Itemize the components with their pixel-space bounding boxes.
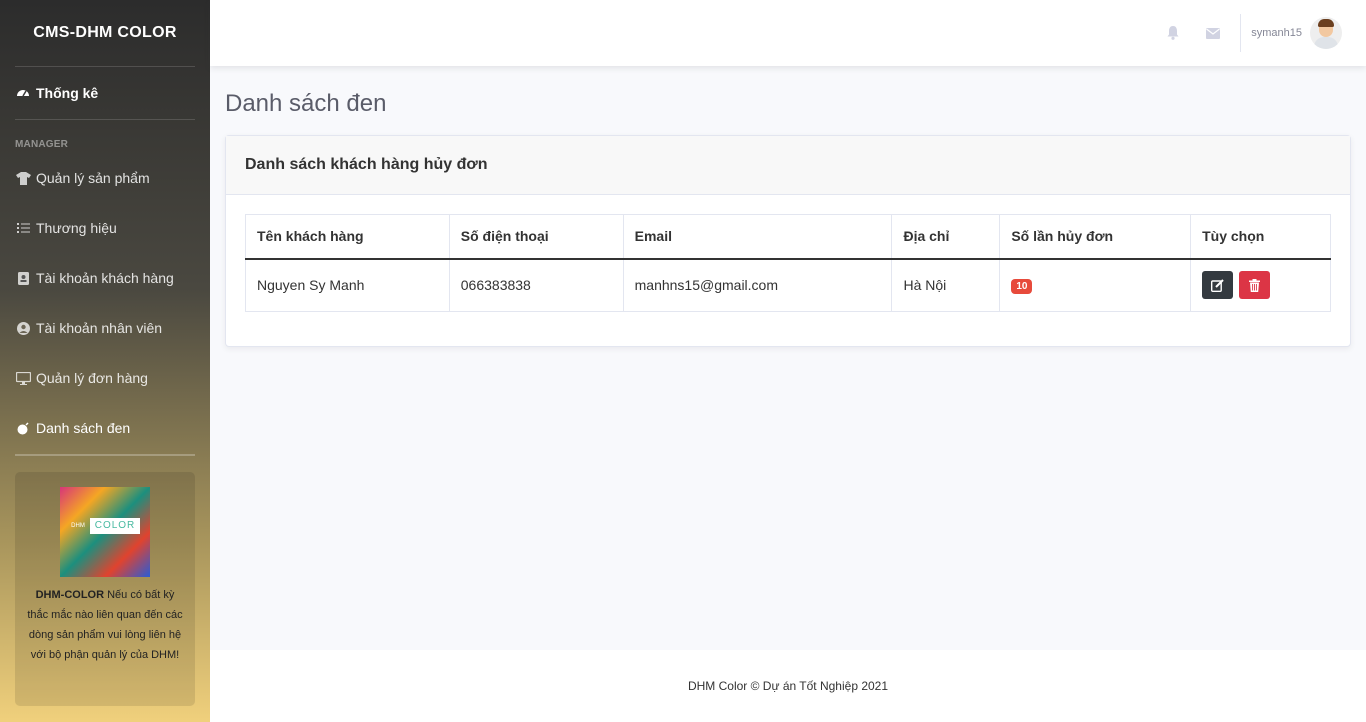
sidebar-item-label: Danh sách đen — [36, 420, 131, 436]
id-card-icon — [15, 270, 31, 286]
sidebar-heading: MANAGER — [15, 139, 69, 150]
table-header-row: Tên khách hàng Số điện thoại Email Địa c… — [245, 214, 1331, 260]
sidebar-item-staff-accounts[interactable]: Tài khoản nhân viên — [0, 303, 210, 353]
topbar-actions: symanh15 — [1153, 0, 1366, 66]
sidebar-item-label: Thương hiệu — [36, 220, 117, 236]
sidebar-item-label: Thống kê — [36, 85, 99, 101]
sidebar-item-label: Tài khoản nhân viên — [36, 320, 163, 336]
sidebar-item-brands[interactable]: Thương hiệu — [0, 203, 210, 253]
address-cell: Hà Nội — [891, 258, 1001, 312]
username: symanh15 — [1251, 27, 1302, 39]
envelope-icon[interactable] — [1193, 0, 1233, 66]
sidebar-item-label: Quản lý đơn hàng — [36, 370, 148, 386]
phone-cell: 066383838 — [448, 258, 624, 312]
edit-button[interactable] — [1202, 271, 1234, 300]
sidebar-info-brand: DHM-COLOR — [35, 589, 105, 601]
card-title: Danh sách khách hàng hủy đơn — [226, 136, 1350, 195]
brand-title[interactable]: CMS-DHM COLOR — [0, 0, 210, 66]
trash-icon — [1249, 278, 1260, 292]
sidebar-item-customer-accounts[interactable]: Tài khoản khách hàng — [0, 253, 210, 303]
customer-name-cell: Nguyen Sy Manh — [245, 258, 450, 312]
column-header[interactable]: Số điện thoại — [448, 214, 624, 260]
sidebar-item-products[interactable]: Quản lý sản phẩm — [0, 153, 210, 203]
sidebar-item-orders[interactable]: Quản lý đơn hàng — [0, 353, 210, 403]
edit-icon — [1211, 279, 1224, 292]
footer-text: DHM Color © Dự án Tốt Nghiệp 2021 — [687, 679, 889, 693]
sidebar-item-label: Tài khoản khách hàng — [36, 270, 174, 286]
sidebar-item-label: Quản lý sản phẩm — [36, 170, 150, 186]
user-circle-icon — [15, 320, 31, 336]
blacklist-table: Tên khách hàng Số điện thoại Email Địa c… — [245, 214, 1331, 312]
page-title: Danh sách đen — [225, 90, 387, 117]
footer: DHM Color © Dự án Tốt Nghiệp 2021 — [210, 650, 1366, 722]
avatar — [1310, 17, 1342, 49]
column-header[interactable]: Số lần hủy đơn — [999, 214, 1192, 260]
column-header[interactable]: Tùy chọn — [1190, 214, 1331, 260]
delete-button[interactable] — [1239, 271, 1270, 300]
blacklist-card: Danh sách khách hàng hủy đơn Tên khách h… — [225, 135, 1351, 347]
sidebar: CMS-DHM COLOR Thống kê MANAGER Quản lý s… — [0, 0, 210, 722]
sidebar-info-card: DHM COLOR DHM-COLOR Nếu có bất kỳ thắc m… — [15, 472, 195, 706]
sidebar-info-text: DHM-COLOR Nếu có bất kỳ thắc mắc nào liê… — [15, 577, 195, 665]
email-cell: manhns15@gmail.com — [622, 258, 893, 312]
column-header[interactable]: Tên khách hàng — [245, 214, 450, 260]
column-header[interactable]: Địa chỉ — [891, 214, 1001, 260]
desktop-icon — [15, 370, 31, 386]
bomb-icon — [15, 420, 31, 436]
topbar-divider — [1240, 14, 1242, 52]
dhm-color-logo: DHM COLOR — [60, 487, 150, 577]
sidebar-divider — [15, 454, 195, 456]
column-header[interactable]: Email — [622, 214, 893, 260]
cancel-count-badge: 10 — [1011, 279, 1033, 295]
table-row: Nguyen Sy Manh 066383838 manhns15@gmail.… — [245, 258, 1331, 312]
list-icon — [15, 220, 31, 236]
tachometer-icon — [15, 85, 31, 101]
topbar: symanh15 — [210, 0, 1366, 66]
table-container: Tên khách hàng Số điện thoại Email Địa c… — [245, 214, 1331, 312]
cancel-count-cell: 10 — [999, 258, 1192, 312]
sidebar-item-dashboard[interactable]: Thống kê — [0, 67, 210, 119]
bell-icon[interactable] — [1153, 0, 1193, 66]
actions-cell — [1190, 258, 1331, 312]
user-menu[interactable]: symanh15 — [1251, 17, 1366, 49]
sidebar-item-blacklist[interactable]: Danh sách đen — [0, 403, 210, 453]
tshirt-icon — [15, 170, 31, 186]
